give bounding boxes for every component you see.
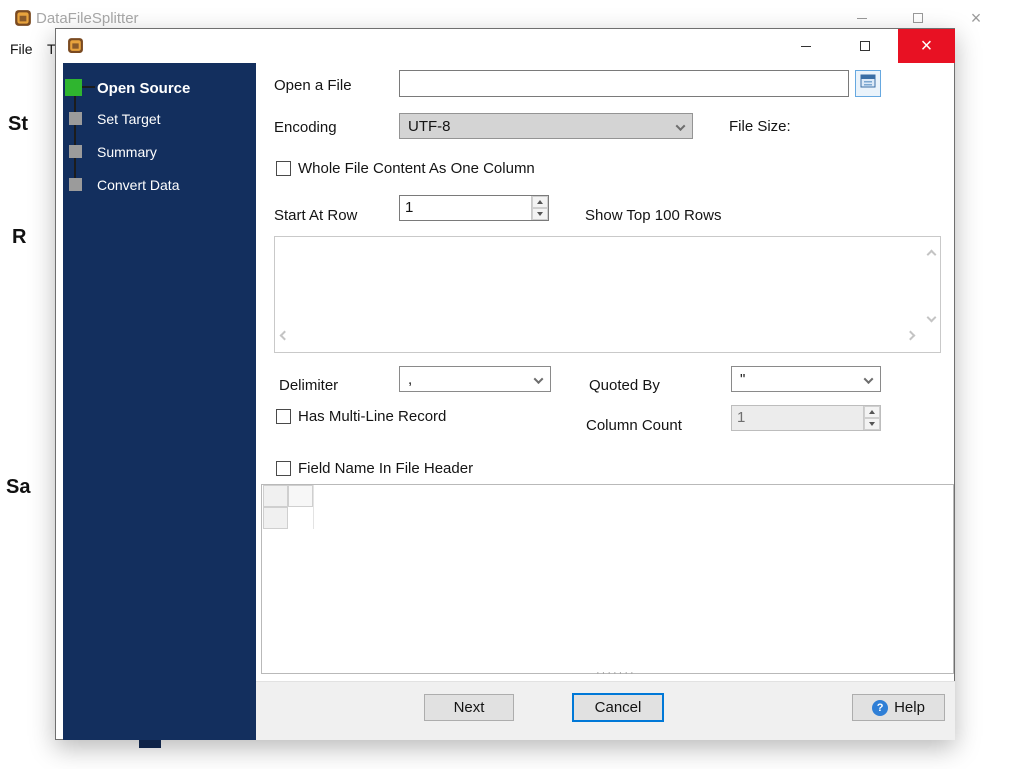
grid-corner-header xyxy=(263,485,288,507)
background-label-fragment-1: St xyxy=(8,113,28,135)
open-file-icon xyxy=(860,74,876,94)
main-close-button[interactable]: × xyxy=(953,0,999,36)
chevron-down-icon xyxy=(675,118,686,135)
spin-down-button[interactable] xyxy=(864,418,880,430)
menu-file[interactable]: File xyxy=(10,41,33,57)
step-indicator-set-target xyxy=(69,112,82,125)
chevron-down-icon xyxy=(533,371,544,388)
help-button[interactable]: ? Help xyxy=(852,694,945,721)
background-label-fragment-3: Sa xyxy=(6,476,31,498)
browse-button[interactable] xyxy=(855,70,881,97)
sidebar-notch xyxy=(139,740,161,748)
grid-line xyxy=(313,485,314,529)
cancel-button-label: Cancel xyxy=(594,699,642,716)
field-name-checkbox[interactable] xyxy=(276,461,291,476)
arrow-up-icon xyxy=(537,200,543,204)
dialog-close-button[interactable]: × xyxy=(898,29,955,63)
field-name-checkbox-row: Field Name In File Header xyxy=(276,460,473,477)
whole-file-checkbox-row: Whole File Content As One Column xyxy=(276,160,535,177)
step-indicator-open-source xyxy=(65,79,82,96)
wizard-steps-sidebar: Open Source Set Target Summary Convert D… xyxy=(63,63,256,740)
start-at-row-value: 1 xyxy=(405,199,414,216)
cancel-button[interactable]: Cancel xyxy=(572,693,664,722)
grid-column-header xyxy=(288,485,313,507)
column-count-value: 1 xyxy=(737,409,746,426)
whole-file-label: Whole File Content As One Column xyxy=(298,160,535,177)
multiline-checkbox-row: Has Multi-Line Record xyxy=(276,408,446,425)
step-connector-line xyxy=(74,87,76,187)
delimiter-value: , xyxy=(408,370,413,388)
grid-row-header xyxy=(263,507,288,529)
app-logo-icon xyxy=(14,9,32,32)
spin-up-button[interactable] xyxy=(532,196,548,208)
field-name-label: Field Name In File Header xyxy=(298,460,474,477)
wizard-dialog: × Open Source Set Target Summary Convert… xyxy=(55,28,955,748)
desktop: DataFileSplitter × File T St R Sa × Open… xyxy=(0,0,1011,769)
maximize-icon xyxy=(913,13,923,23)
step-indicator-convert-data xyxy=(69,178,82,191)
minimize-icon xyxy=(857,17,867,19)
maximize-icon xyxy=(860,41,870,51)
arrow-up-icon xyxy=(869,410,875,414)
spinner-buttons xyxy=(863,406,880,430)
dialog-app-icon xyxy=(67,37,84,59)
scroll-up-icon[interactable] xyxy=(926,245,937,263)
quoted-by-select[interactable]: " xyxy=(731,366,881,392)
main-window-title: DataFileSplitter xyxy=(36,10,139,27)
start-at-row-spinner[interactable]: 1 xyxy=(399,195,549,221)
open-file-input[interactable] xyxy=(399,70,849,97)
delimiter-label: Delimiter xyxy=(279,377,339,394)
help-icon: ? xyxy=(872,699,889,716)
step-connector-dash xyxy=(82,86,95,88)
spin-up-button[interactable] xyxy=(864,406,880,418)
close-icon: × xyxy=(970,8,982,28)
show-top-rows-label: Show Top 100 Rows xyxy=(585,207,722,224)
sidebar-step-summary[interactable]: Summary xyxy=(97,144,157,160)
step-indicator-summary xyxy=(69,145,82,158)
dialog-minimize-button[interactable] xyxy=(783,29,829,63)
next-button-label: Next xyxy=(453,699,485,716)
spinner-buttons xyxy=(531,196,548,220)
sidebar-step-convert-data[interactable]: Convert Data xyxy=(97,177,179,193)
scroll-right-icon[interactable] xyxy=(905,326,916,344)
close-icon: × xyxy=(920,35,933,57)
file-size-label: File Size: xyxy=(729,118,791,135)
encoding-label: Encoding xyxy=(274,119,337,136)
quoted-by-value: " xyxy=(740,370,746,388)
dialog-titlebar: × xyxy=(56,29,955,63)
grid-resize-dots: ······· xyxy=(596,667,636,679)
next-button[interactable]: Next xyxy=(424,694,514,721)
whole-file-checkbox[interactable] xyxy=(276,161,291,176)
scroll-down-icon[interactable] xyxy=(926,308,937,326)
background-label-fragment-2: R xyxy=(12,226,27,248)
column-count-label: Column Count xyxy=(586,417,682,434)
delimiter-select[interactable]: , xyxy=(399,366,551,392)
start-at-row-label: Start At Row xyxy=(274,207,358,224)
multiline-checkbox[interactable] xyxy=(276,409,291,424)
scroll-left-icon[interactable] xyxy=(279,326,290,344)
dialog-maximize-button[interactable] xyxy=(842,29,888,63)
data-grid[interactable] xyxy=(261,484,954,674)
sidebar-step-open-source[interactable]: Open Source xyxy=(97,80,190,97)
file-preview-box[interactable] xyxy=(274,236,941,353)
multiline-label: Has Multi-Line Record xyxy=(298,408,447,425)
sidebar-step-set-target[interactable]: Set Target xyxy=(97,111,161,127)
column-count-spinner: 1 xyxy=(731,405,881,431)
open-file-label: Open a File xyxy=(274,77,352,94)
encoding-select[interactable]: UTF-8 xyxy=(399,113,693,139)
arrow-down-icon xyxy=(537,212,543,216)
chevron-down-icon xyxy=(863,371,874,388)
spin-down-button[interactable] xyxy=(532,208,548,220)
minimize-icon xyxy=(801,45,811,47)
arrow-down-icon xyxy=(869,422,875,426)
quoted-by-label: Quoted By xyxy=(589,377,660,394)
encoding-value: UTF-8 xyxy=(408,117,451,135)
help-button-label: Help xyxy=(894,699,925,716)
